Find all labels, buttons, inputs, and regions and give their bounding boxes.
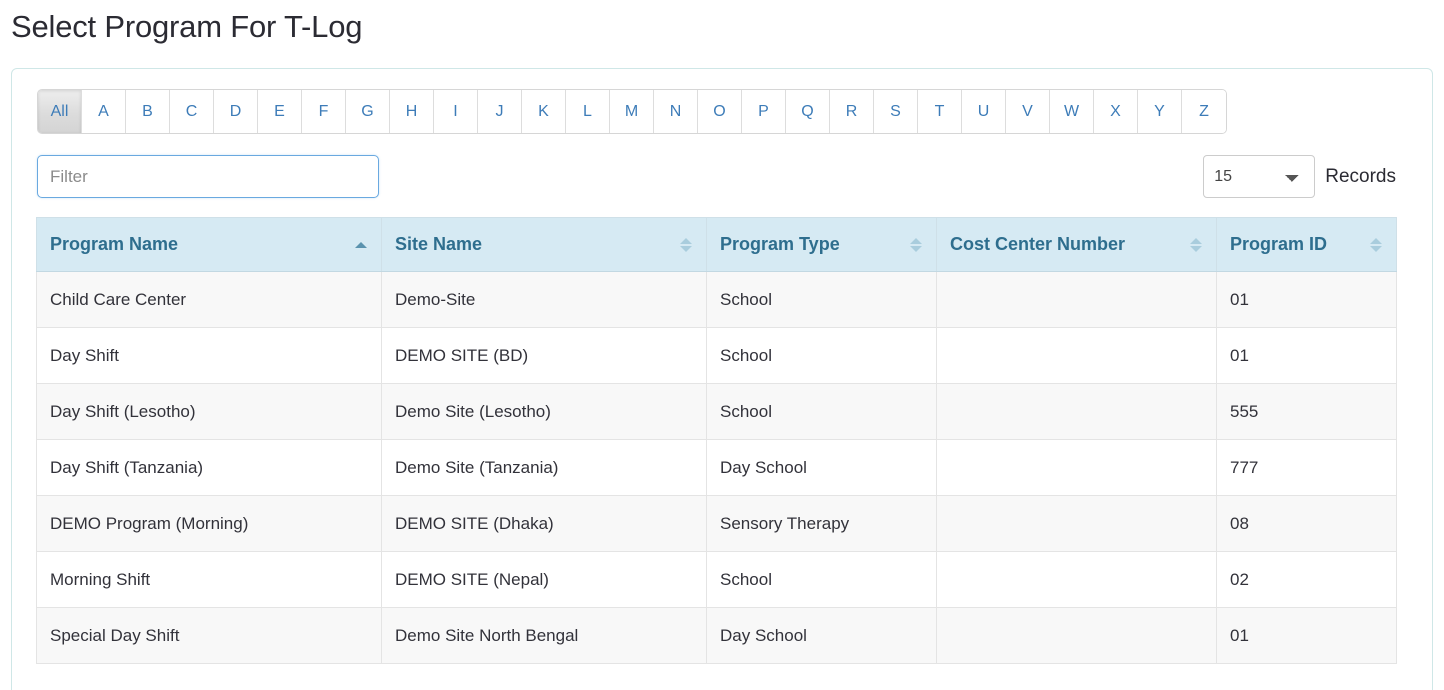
program-selection-card: AllABCDEFGHIJKLMNOPQRSTUVWXYZ 152550100 … [11, 68, 1433, 690]
alpha-filter-a[interactable]: A [82, 90, 126, 133]
column-header-label: Cost Center Number [950, 234, 1126, 254]
alpha-filter-s[interactable]: S [874, 90, 918, 133]
alpha-filter-c[interactable]: C [170, 90, 214, 133]
alpha-filter-w[interactable]: W [1050, 90, 1094, 133]
sort-toggle-icon[interactable] [680, 236, 692, 254]
sort-toggle-icon[interactable] [1370, 236, 1382, 254]
cell-program-type[interactable]: Day School [706, 607, 937, 664]
records-per-page-select[interactable]: 152550100 [1203, 155, 1316, 198]
alpha-filter-l[interactable]: L [566, 90, 610, 133]
sort-toggle-icon[interactable] [910, 236, 922, 254]
program-table-wrapper: Program Name Site Name Program Type Cost Ce… [36, 217, 1408, 664]
page-root: Select Program For T-Log All A B C D E F G H I J K L… [0, 0, 1444, 690]
column-header-label: Program Type [720, 234, 840, 254]
alpha-filter-v[interactable]: V [1006, 90, 1050, 133]
cell-site-name[interactable]: DEMO SITE (Dhaka) [381, 495, 707, 552]
alpha-filter-f[interactable]: F [302, 90, 346, 133]
alpha-filter-m[interactable]: M [610, 90, 654, 133]
column-header-label: Site Name [395, 234, 483, 254]
cell-program-type[interactable]: School [706, 551, 937, 608]
table-row[interactable]: Day Shift DEMO SITE (BD) School 01 [36, 327, 1397, 384]
table-header-row: Program Name Site Name Program Type Cost Ce… [36, 217, 1397, 272]
alpha-filter-r[interactable]: R [830, 90, 874, 133]
alpha-filter-q[interactable]: Q [786, 90, 830, 133]
alpha-filter-e[interactable]: E [258, 90, 302, 133]
cell-program-type[interactable]: School [706, 383, 937, 440]
cell-program-id[interactable]: 555 [1216, 383, 1397, 440]
sort-ascending-icon[interactable] [355, 236, 367, 254]
table-row[interactable]: Child Care Center Demo-Site School 01 [36, 271, 1397, 328]
cell-program-name[interactable]: Day Shift [36, 327, 382, 384]
alpha-filter-p[interactable]: P [742, 90, 786, 133]
column-header-cost-center-number[interactable]: Cost Center Number [936, 217, 1217, 272]
alpha-filter-x[interactable]: X [1094, 90, 1138, 133]
alphabet-pager[interactable]: All A B C D E F G H I J K L M N O P Q R S T U V W X Y Z [37, 89, 1227, 134]
alpha-filter-o[interactable]: O [698, 90, 742, 133]
cell-site-name[interactable]: Demo Site (Lesotho) [381, 383, 707, 440]
table-row[interactable]: Special Day Shift Demo Site North Bengal D… [36, 607, 1397, 664]
cell-program-id[interactable]: 01 [1216, 607, 1397, 664]
column-header-program-id[interactable]: Program ID [1216, 217, 1397, 272]
alpha-filter-y[interactable]: Y [1138, 90, 1182, 133]
cell-program-id[interactable]: 777 [1216, 439, 1397, 496]
column-header-site-name[interactable]: Site Name [381, 217, 707, 272]
cell-program-name[interactable]: Day Shift (Tanzania) [36, 439, 382, 496]
alpha-filter-t[interactable]: T [918, 90, 962, 133]
alpha-filter-all[interactable]: All [38, 90, 82, 133]
cell-cost-center-number[interactable] [936, 327, 1217, 384]
cell-cost-center-number[interactable] [936, 271, 1217, 328]
cell-program-type[interactable]: School [706, 271, 937, 328]
cell-program-name[interactable]: Morning Shift [36, 551, 382, 608]
cell-cost-center-number[interactable] [936, 551, 1217, 608]
column-header-label: Program Name [50, 234, 179, 254]
cell-site-name[interactable]: DEMO SITE (BD) [381, 327, 707, 384]
cell-program-id[interactable]: 08 [1216, 495, 1397, 552]
alpha-filter-j[interactable]: J [478, 90, 522, 133]
column-header-program-name[interactable]: Program Name [36, 217, 382, 272]
table-row[interactable]: DEMO Program (Morning) DEMO SITE (Dhaka) S… [36, 495, 1397, 552]
table-row[interactable]: Morning Shift DEMO SITE (Nepal) School 02 [36, 551, 1397, 608]
table-controls: 152550100 Records [36, 155, 1408, 198]
cell-site-name[interactable]: Demo Site North Bengal [381, 607, 707, 664]
cell-site-name[interactable]: DEMO SITE (Nepal) [381, 551, 707, 608]
column-header-label: Program ID [1230, 234, 1328, 254]
program-table-body: Child Care Center Demo-Site School 01 Day Sh… [36, 271, 1397, 664]
cell-program-id[interactable]: 01 [1216, 271, 1397, 328]
alpha-filter-g[interactable]: G [346, 90, 390, 133]
program-table-head: Program Name Site Name Program Type Cost Ce… [36, 217, 1397, 272]
cell-cost-center-number[interactable] [936, 439, 1217, 496]
cell-program-name[interactable]: Child Care Center [36, 271, 382, 328]
cell-program-name[interactable]: Special Day Shift [36, 607, 382, 664]
table-row[interactable]: Day Shift (Lesotho) Demo Site (Lesotho) Sc… [36, 383, 1397, 440]
sort-toggle-icon[interactable] [1190, 236, 1202, 254]
cell-program-name[interactable]: DEMO Program (Morning) [36, 495, 382, 552]
cell-site-name[interactable]: Demo Site (Tanzania) [381, 439, 707, 496]
alpha-filter-z[interactable]: Z [1182, 90, 1226, 133]
alpha-filter-b[interactable]: B [126, 90, 170, 133]
alpha-filter-h[interactable]: H [390, 90, 434, 133]
page-title: Select Program For T-Log [11, 9, 363, 44]
cell-program-id[interactable]: 01 [1216, 327, 1397, 384]
table-row[interactable]: Day Shift (Tanzania) Demo Site (Tanzania)… [36, 439, 1397, 496]
records-group: 152550100 Records [1203, 155, 1396, 198]
program-table: Program Name Site Name Program Type Cost Ce… [36, 217, 1397, 664]
cell-cost-center-number[interactable] [936, 607, 1217, 664]
records-label: Records [1325, 165, 1396, 187]
cell-program-type[interactable]: Sensory Therapy [706, 495, 937, 552]
cell-site-name[interactable]: Demo-Site [381, 271, 707, 328]
column-header-program-type[interactable]: Program Type [706, 217, 937, 272]
alpha-filter-u[interactable]: U [962, 90, 1006, 133]
alpha-filter-k[interactable]: K [522, 90, 566, 133]
alpha-filter-i[interactable]: I [434, 90, 478, 133]
cell-program-id[interactable]: 02 [1216, 551, 1397, 608]
cell-program-type[interactable]: Day School [706, 439, 937, 496]
cell-cost-center-number[interactable] [936, 383, 1217, 440]
filter-input[interactable] [37, 155, 379, 198]
cell-cost-center-number[interactable] [936, 495, 1217, 552]
card-body: AllABCDEFGHIJKLMNOPQRSTUVWXYZ 152550100 … [12, 69, 1432, 664]
alpha-filter-d[interactable]: D [214, 90, 258, 133]
alpha-filter-n[interactable]: N [654, 90, 698, 133]
cell-program-type[interactable]: School [706, 327, 937, 384]
cell-program-name[interactable]: Day Shift (Lesotho) [36, 383, 382, 440]
